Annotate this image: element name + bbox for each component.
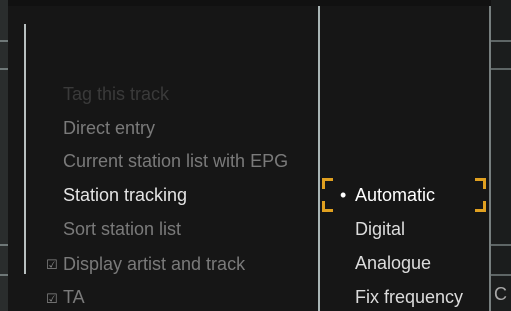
highlight-corner: [475, 178, 486, 189]
radio-screen: Tag this track Direct entry Current stat…: [0, 0, 511, 311]
highlight-corner: [475, 201, 486, 212]
bezel-tick: [491, 68, 511, 70]
checkbox-checked-icon[interactable]: ☑: [46, 291, 58, 307]
bezel-tick: [0, 68, 8, 70]
menu-item-sort-station-list[interactable]: Sort station list: [63, 219, 181, 240]
option-automatic[interactable]: Automatic: [355, 185, 435, 206]
option-fix-frequency[interactable]: Fix frequency: [355, 287, 463, 308]
highlight-corner: [322, 178, 333, 189]
menu-item-current-station-list-epg[interactable]: Current station list with EPG: [63, 151, 288, 172]
bezel-tick: [0, 274, 8, 276]
edge-label: C: [494, 284, 507, 304]
column-separator: [489, 6, 491, 311]
bezel-tick: [491, 274, 511, 276]
menu-item-display-artist-and-track[interactable]: Display artist and track: [63, 254, 245, 275]
selected-bullet-icon: •: [340, 185, 347, 205]
checkbox-checked-icon[interactable]: ☑: [46, 257, 58, 273]
right-bezel: [491, 0, 511, 311]
menu-item-tag-this-track: Tag this track: [63, 84, 170, 104]
menu-item-ta[interactable]: TA: [63, 287, 85, 308]
panel-border: [24, 24, 26, 274]
menu-item-direct-entry[interactable]: Direct entry: [63, 118, 155, 139]
bezel-tick: [0, 244, 8, 246]
highlight-corner: [322, 201, 333, 212]
left-bezel: [0, 0, 8, 311]
option-analogue[interactable]: Analogue: [355, 253, 431, 274]
option-digital[interactable]: Digital: [355, 219, 405, 240]
bezel-tick: [0, 40, 8, 42]
bezel-tick: [491, 244, 511, 246]
column-separator: [318, 6, 320, 311]
bezel-tick: [491, 40, 511, 42]
menu-item-station-tracking[interactable]: Station tracking: [63, 185, 187, 206]
